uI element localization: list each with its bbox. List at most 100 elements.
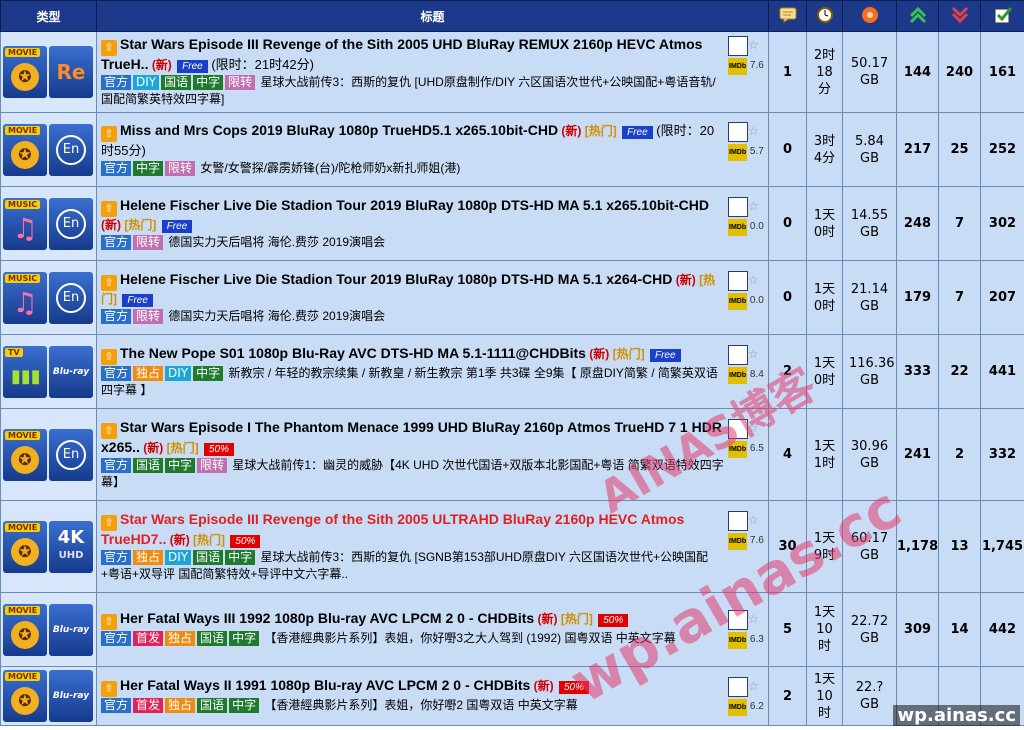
completed-count[interactable]: 441: [980, 334, 1024, 409]
title-cell: ☆ IMDb 6.5 ⇧ Star Wars Episode I The Phanto…: [96, 408, 769, 501]
category-label: MUSIC: [5, 273, 41, 283]
hdr-icon[interactable]: [728, 510, 748, 531]
category-icons[interactable]: MOVIE ✪ Blu-ray: [3, 670, 94, 722]
torrent-title-link[interactable]: Helene Fischer Live Die Stadion Tour 201…: [120, 271, 672, 287]
category-icons[interactable]: MUSIC ♫ En: [3, 197, 94, 250]
bookmark-star-icon[interactable]: ☆: [748, 38, 759, 52]
leechers-count[interactable]: 25: [938, 112, 981, 187]
codec-icon[interactable]: Blu-ray: [49, 670, 93, 722]
category-icon[interactable]: MUSIC ♫: [3, 271, 47, 324]
codec-icon[interactable]: En: [49, 123, 93, 176]
seeders-count[interactable]: 248: [896, 186, 939, 261]
category-icon[interactable]: MOVIE ✪: [3, 123, 47, 176]
leechers-count[interactable]: 22: [938, 334, 981, 409]
codec-icon[interactable]: En: [49, 271, 93, 324]
hdr-icon[interactable]: [728, 270, 748, 291]
bookmark-star-icon[interactable]: ☆: [748, 679, 759, 693]
codec-icon[interactable]: Blu-ray: [49, 603, 93, 656]
category-icon[interactable]: MOVIE ✪: [3, 428, 47, 481]
torrent-title-link[interactable]: Miss and Mrs Cops 2019 BluRay 1080p True…: [120, 122, 558, 138]
hdr-icon[interactable]: [728, 610, 748, 630]
hdr-icon[interactable]: [728, 344, 748, 365]
category-icon[interactable]: MUSIC ♫: [3, 197, 47, 250]
codec-icon[interactable]: En: [49, 428, 93, 481]
torrent-title-link[interactable]: Her Fatal Ways III 1992 1080p Blu-ray AV…: [120, 610, 534, 626]
leechers-count[interactable]: 14: [938, 592, 981, 667]
category-label: MOVIE: [5, 48, 41, 57]
title-cell: ☆ IMDb 0.0 ⇧ Helene Fischer Live Die Stadio…: [96, 186, 769, 261]
completed-count[interactable]: 442: [980, 592, 1024, 667]
category-icons[interactable]: MOVIE ✪ Re: [3, 46, 94, 98]
codec-icon[interactable]: Blu-ray: [49, 345, 93, 398]
hdr-icon[interactable]: [728, 36, 748, 56]
bookmark-star-icon[interactable]: ☆: [748, 273, 759, 287]
completed-count[interactable]: 302: [980, 186, 1024, 261]
seeders-count[interactable]: 144: [896, 31, 939, 113]
codec-icon[interactable]: 4K UHD: [49, 520, 93, 573]
seeders-count[interactable]: 309: [896, 592, 939, 667]
bookmark-star-icon[interactable]: ☆: [748, 124, 759, 138]
seeders-icon[interactable]: [896, 0, 939, 32]
sticky-up-icon: ⇧: [101, 422, 117, 439]
seeders-count[interactable]: 333: [896, 334, 939, 409]
table-row: MOVIE ✪ Blu-ray ☆ IMDb 6.3 ⇧ Her Fatal Ways II…: [0, 592, 1024, 667]
leechers-count[interactable]: 7: [938, 260, 981, 335]
size-icon[interactable]: [842, 0, 897, 32]
leechers-count[interactable]: 13: [938, 500, 981, 593]
category-icon[interactable]: MOVIE ✪: [3, 520, 47, 573]
completed-count[interactable]: 1,745: [980, 500, 1024, 593]
leechers-count[interactable]: 2: [938, 408, 981, 501]
imdb-icon: IMDb: [728, 532, 748, 550]
category-icons[interactable]: MOVIE ✪ Blu-ray: [3, 603, 94, 656]
category-icons[interactable]: MUSIC ♫ En: [3, 271, 94, 324]
category-icons[interactable]: MOVIE ✪ En: [3, 428, 94, 481]
category-icon[interactable]: MOVIE ✪: [3, 670, 47, 722]
codec-label: Blu-ray: [52, 624, 90, 635]
header-title[interactable]: 标题: [96, 0, 769, 32]
category-icon[interactable]: MOVIE ✪: [3, 603, 47, 656]
time-icon[interactable]: [806, 0, 843, 32]
tag-label: DIY: [133, 75, 160, 90]
seeders-count[interactable]: 1,178: [896, 500, 939, 593]
seeders-count[interactable]: 217: [896, 112, 939, 187]
seeders-count[interactable]: 241: [896, 408, 939, 501]
bookmark-star-icon[interactable]: ☆: [748, 199, 759, 213]
bookmark-star-icon[interactable]: ☆: [748, 612, 759, 626]
hdr-icon[interactable]: [728, 122, 748, 142]
hdr-icon[interactable]: [728, 196, 748, 217]
category-icon[interactable]: TV ▮▮▮: [3, 345, 47, 398]
torrent-title-link[interactable]: Helene Fischer Live Die Stadion Tour 201…: [120, 197, 709, 213]
codec-label: 4K UHD: [58, 528, 84, 565]
torrent-title-link[interactable]: Her Fatal Ways II 1991 1080p Blu-ray AVC…: [120, 677, 530, 693]
hdr-icon[interactable]: [728, 676, 748, 697]
completed-count[interactable]: 332: [980, 408, 1024, 501]
comments-count: 4: [768, 408, 807, 501]
completed-count[interactable]: 252: [980, 112, 1024, 187]
comments-icon[interactable]: [768, 0, 807, 32]
film-reel-icon: ✪: [11, 445, 39, 474]
header-type[interactable]: 类型: [0, 0, 97, 32]
leechers-icon[interactable]: [938, 0, 981, 32]
hdr-icon[interactable]: [728, 418, 748, 439]
leechers-count[interactable]: 7: [938, 186, 981, 261]
category-cell: MOVIE ✪ En: [0, 112, 97, 187]
leechers-count[interactable]: 240: [938, 31, 981, 113]
completed-icon[interactable]: [980, 0, 1024, 32]
category-icons[interactable]: MOVIE ✪ 4K UHD: [3, 520, 94, 573]
torrent-subtitle: 【香港經典影片系列】表姐，你好嘢3之大人驾到 (1992) 国粤双语 中英文字幕: [261, 631, 676, 645]
time-alive: 1天10时: [806, 666, 843, 726]
codec-icon[interactable]: Re: [49, 46, 93, 98]
bookmark-star-icon[interactable]: ☆: [748, 421, 759, 435]
bookmark-star-icon[interactable]: ☆: [748, 347, 759, 361]
completed-count[interactable]: 161: [980, 31, 1024, 113]
category-icon[interactable]: MOVIE ✪: [3, 46, 47, 98]
category-icons[interactable]: MOVIE ✪ En: [3, 123, 94, 176]
imdb-rating: 7.6: [747, 60, 764, 71]
codec-icon[interactable]: En: [49, 197, 93, 250]
category-icons[interactable]: TV ▮▮▮ Blu-ray: [3, 345, 94, 398]
imdb-box: ☆ IMDb 0.0: [728, 270, 764, 310]
seeders-count[interactable]: 179: [896, 260, 939, 335]
bookmark-star-icon[interactable]: ☆: [748, 513, 759, 527]
completed-count[interactable]: 207: [980, 260, 1024, 335]
torrent-title-link[interactable]: The New Pope S01 1080p Blu-Ray AVC DTS-H…: [120, 345, 586, 361]
